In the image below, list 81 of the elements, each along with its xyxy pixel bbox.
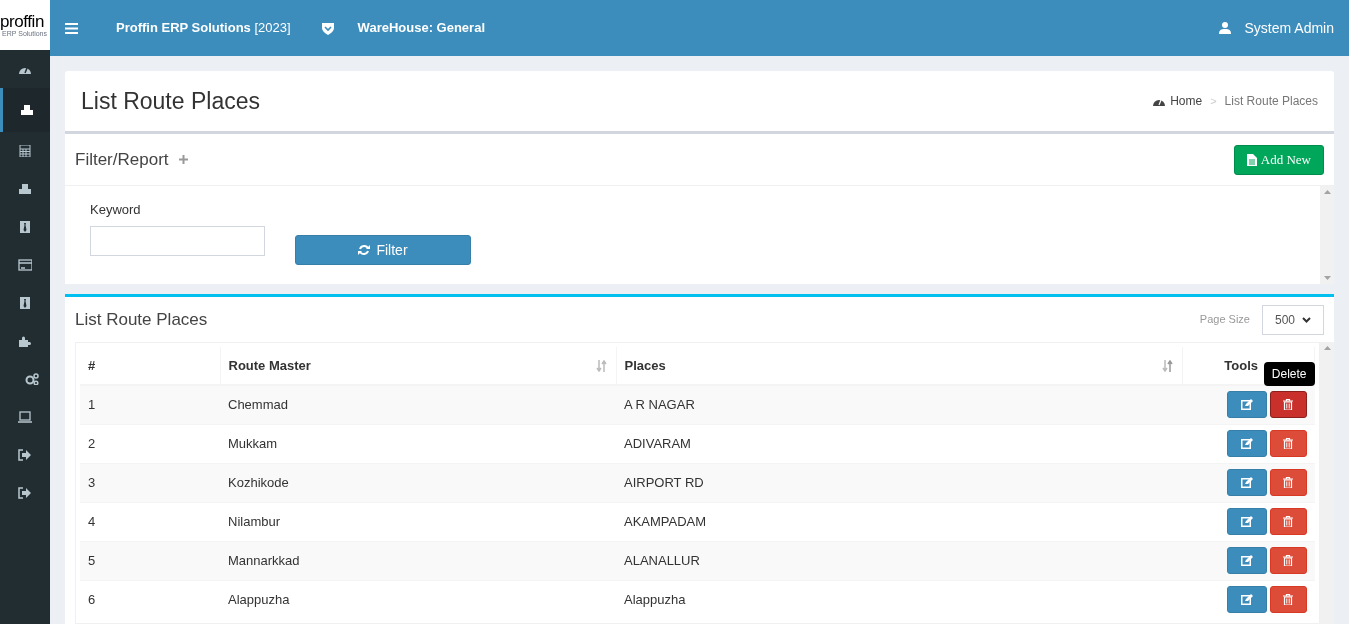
company-name: Proffin ERP Solutions [2023] — [116, 19, 291, 38]
chevron-down-icon — [1302, 316, 1311, 323]
page-size-select[interactable]: 500 — [1262, 304, 1324, 335]
edit-button[interactable] — [1226, 430, 1267, 457]
table-cell: 2 — [80, 424, 220, 463]
section-title: Filter/Report — [75, 148, 169, 171]
filter-button[interactable]: Filter — [295, 235, 471, 265]
plus-icon[interactable] — [178, 155, 188, 164]
sign-out-icon — [18, 487, 32, 499]
page-size-label: Page Size — [1199, 312, 1250, 328]
page-title: List Route Places — [81, 86, 260, 116]
trash-icon — [1283, 516, 1293, 527]
edit-button[interactable] — [1226, 469, 1267, 496]
table-cell: 6 — [80, 580, 220, 619]
delete-button[interactable] — [1269, 391, 1307, 419]
edit-button[interactable] — [1226, 547, 1267, 574]
breadcrumb-current: List Route Places — [1224, 93, 1318, 110]
table-cell: A R NAGAR — [616, 385, 1182, 424]
sign-out-icon — [18, 449, 32, 461]
edit-button[interactable] — [1226, 586, 1267, 614]
shield-icon — [320, 21, 335, 35]
breadcrumb-separator: > — [1210, 93, 1217, 109]
edit-icon — [1240, 516, 1253, 527]
delete-button[interactable] — [1269, 469, 1307, 496]
tooltip: Delete — [1263, 362, 1315, 386]
table-cell: 3 — [80, 463, 220, 502]
sidebar-item[interactable] — [0, 88, 50, 132]
table-cell: AKAMPADAM — [616, 502, 1182, 541]
table-cell: Mannarkkad — [220, 541, 616, 580]
table-cell: Mukkam — [220, 424, 616, 463]
edit-icon — [1240, 399, 1253, 411]
menu-icon[interactable] — [65, 22, 78, 34]
table-cell: 5 — [80, 541, 220, 580]
calculator-icon — [18, 145, 32, 157]
table-cell: Nilambur — [220, 502, 616, 541]
laptop-icon — [18, 411, 32, 423]
tie-icon — [18, 297, 32, 309]
scrollbar[interactable] — [1320, 342, 1334, 624]
table-cell: AIRPORT RD — [616, 463, 1182, 502]
keyword-label: Keyword — [90, 201, 142, 219]
delete-button[interactable] — [1269, 430, 1307, 457]
table-cell: Kozhikode — [220, 463, 616, 502]
logo-text: proffin — [0, 13, 44, 30]
delete-button[interactable] — [1269, 547, 1307, 574]
keyword-input[interactable] — [90, 225, 265, 256]
user-name[interactable]: System Admin — [1244, 17, 1334, 39]
edit-icon — [1240, 438, 1253, 449]
credit-card-icon — [18, 259, 32, 271]
user-icon[interactable] — [1218, 22, 1231, 34]
table-cell: ALANALLUR — [616, 541, 1182, 580]
trash-icon — [1283, 399, 1293, 411]
edit-button[interactable] — [1226, 508, 1267, 535]
trash-icon — [1283, 555, 1293, 566]
table-cell: Alappuzha — [616, 580, 1182, 619]
delete-button[interactable] — [1269, 586, 1307, 614]
table-cell: 4 — [80, 502, 220, 541]
table-cell: ADIVARAM — [616, 424, 1182, 463]
table-cell: 1 — [80, 385, 220, 424]
trash-icon — [1283, 438, 1293, 449]
scroll-down-icon[interactable] — [1323, 276, 1331, 280]
edit-icon — [1240, 477, 1253, 488]
scroll-up-icon[interactable] — [1323, 190, 1331, 194]
warehouse-label: WareHouse: General — [357, 19, 485, 38]
document-icon — [1246, 153, 1257, 166]
edit-icon — [1240, 594, 1253, 606]
gears-icon — [25, 373, 39, 385]
table-cell: Alappuzha — [220, 580, 616, 619]
sort-icon[interactable] — [1161, 359, 1174, 372]
trash-icon — [1283, 477, 1293, 488]
scroll-up-icon[interactable] — [1323, 346, 1331, 350]
refresh-icon — [358, 244, 371, 256]
table-cell: Chemmad — [220, 385, 616, 424]
section-title: List Route Places — [75, 308, 208, 331]
breadcrumb-link[interactable]: Home — [1170, 92, 1203, 110]
trash-icon — [1283, 594, 1293, 606]
puzzle-icon — [18, 335, 32, 347]
edit-icon — [1240, 555, 1253, 566]
scrollbar[interactable] — [1320, 186, 1334, 284]
delete-button[interactable] — [1269, 508, 1307, 535]
tie-icon — [18, 221, 32, 233]
edit-button[interactable] — [1226, 391, 1267, 419]
